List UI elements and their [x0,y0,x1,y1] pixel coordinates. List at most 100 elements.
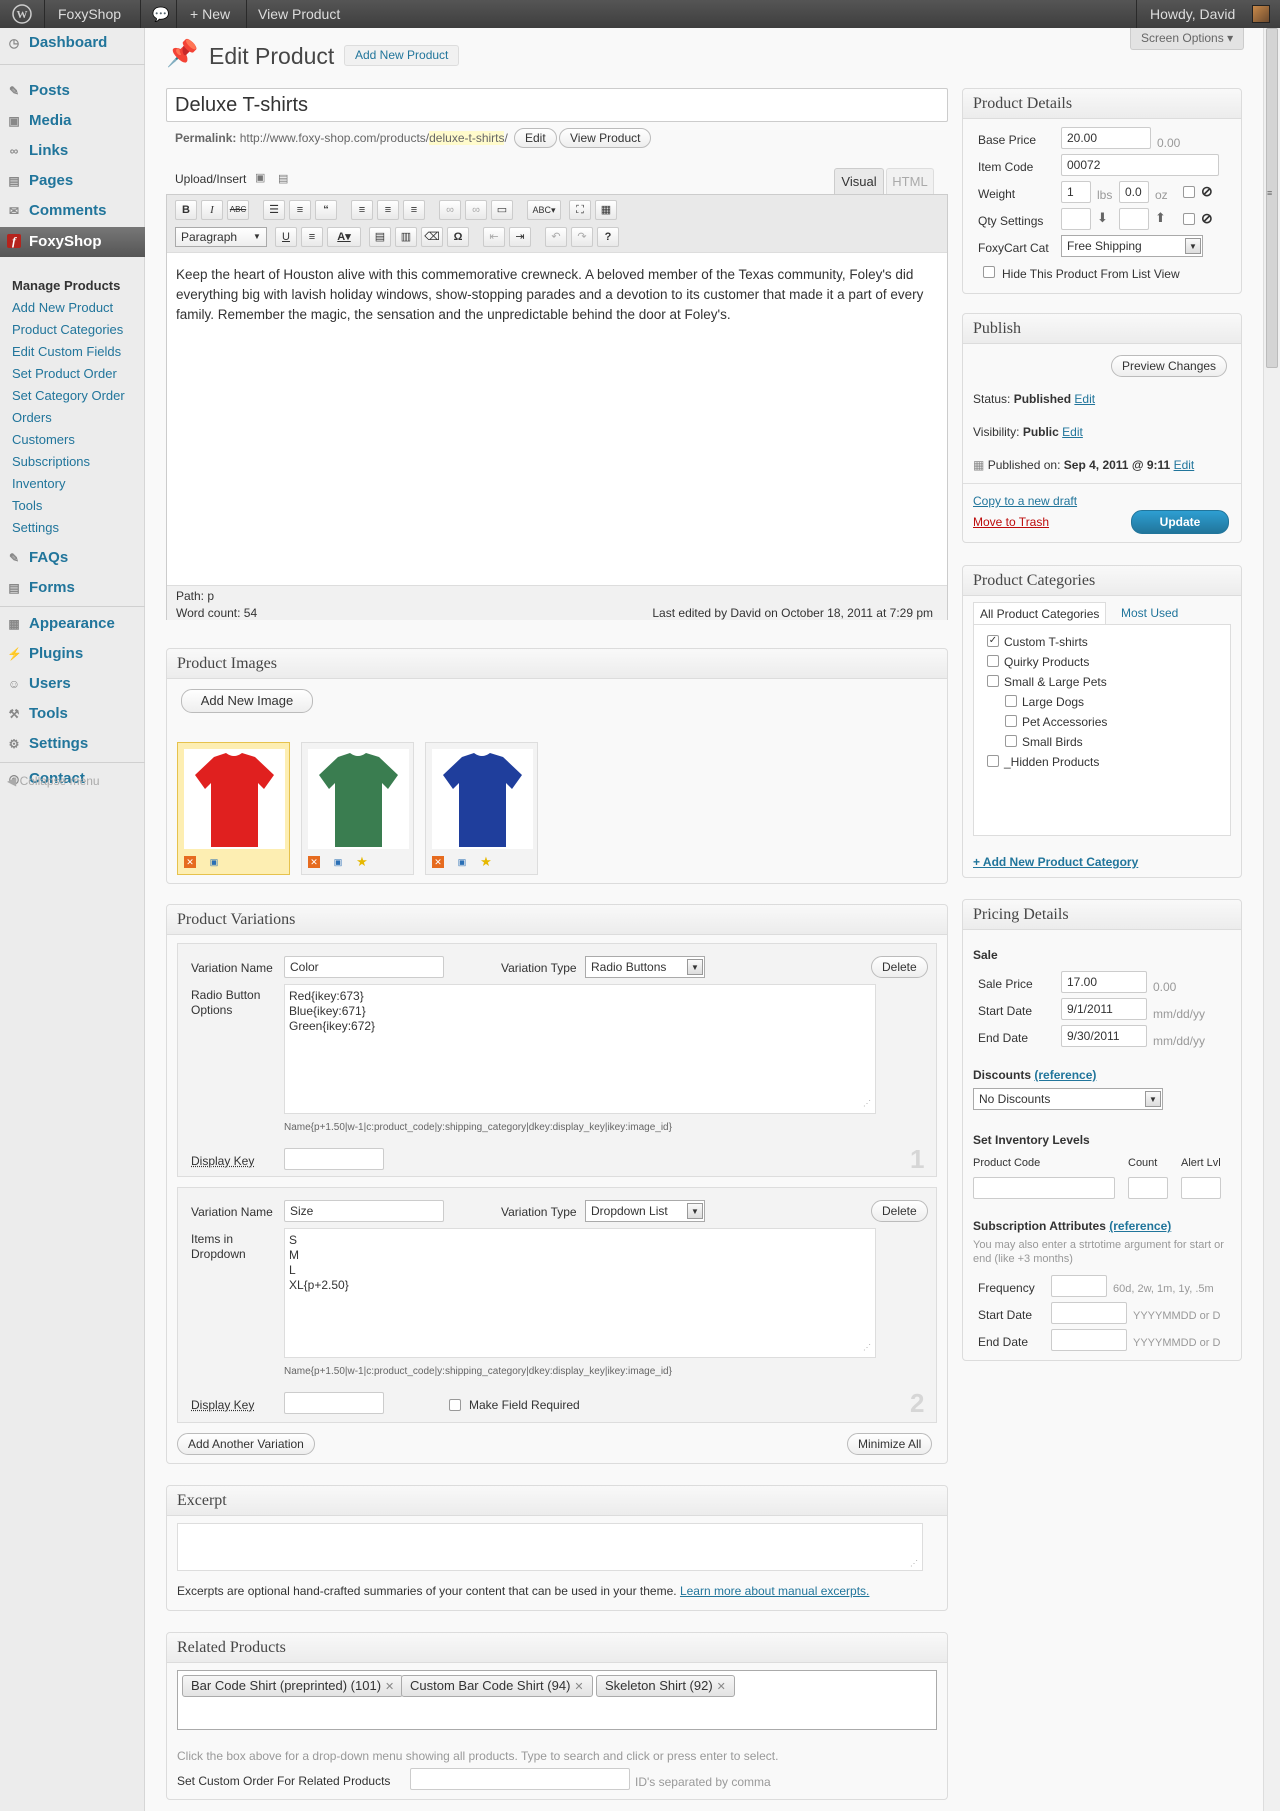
item-code-input[interactable]: 00072 [1061,154,1219,176]
submenu-edit-custom-fields[interactable]: Edit Custom Fields [12,344,121,359]
add-new-product-button[interactable]: Add New Product [344,45,460,66]
submenu-manage-products[interactable]: Manage Products [12,278,120,293]
category-checkbox[interactable]: ✓ [987,635,999,647]
excerpt-learn-more-link[interactable]: Learn more about manual excerpts. [680,1584,869,1598]
menu-appearance[interactable]: ▦ Appearance [0,610,145,638]
product-image-thumb[interactable]: ✕ ▣ ★ [425,742,538,875]
spellcheck-icon[interactable]: ABC▾ [527,200,561,220]
star-icon[interactable]: ★ [356,855,368,868]
sale-start-input[interactable]: 9/1/2011 [1061,998,1147,1020]
resize-handle-icon[interactable]: ⋰ [863,1096,871,1111]
kitchen-sink-icon[interactable]: ▦ [595,200,617,220]
menu-tools[interactable]: ⚒ Tools [0,700,145,728]
menu-comments[interactable]: ✉ Comments [0,197,145,225]
hide-product-checkbox[interactable] [983,266,995,278]
wordpress-logo-icon[interactable]: W [6,0,38,28]
sub-start-input[interactable] [1051,1302,1127,1324]
strikethrough-icon[interactable]: ABC [227,200,249,220]
indent-icon[interactable]: ⇥ [509,227,531,247]
sale-price-input[interactable]: 17.00 [1061,971,1147,993]
submenu-settings[interactable]: Settings [12,520,59,535]
screen-options-toggle[interactable]: Screen Options ▾ [1130,28,1245,50]
add-form-icon[interactable]: ▤ [278,172,288,185]
italic-icon[interactable]: I [201,200,223,220]
edit-image-icon[interactable]: ▣ [456,856,468,868]
submenu-set-product-order[interactable]: Set Product Order [12,366,117,381]
align-left-icon[interactable]: ≡ [351,200,373,220]
qty-min-input[interactable] [1061,208,1091,230]
submenu-orders[interactable]: Orders [12,410,52,425]
custom-order-input[interactable] [410,1768,630,1790]
add-another-variation-button[interactable]: Add Another Variation [177,1433,315,1455]
category-checkbox[interactable] [1005,715,1017,727]
delete-variation-button[interactable]: Delete [871,956,928,978]
variation-name-input[interactable]: Size [284,1200,444,1222]
submenu-product-categories[interactable]: Product Categories [12,322,123,337]
insert-more-icon[interactable]: ▭ [491,200,513,220]
product-details-title[interactable]: Product Details [963,89,1241,119]
delete-variation-button[interactable]: Delete [871,1200,928,1222]
menu-faqs[interactable]: ✎ FAQs [0,544,145,572]
bullet-list-icon[interactable]: ☰ [263,200,285,220]
menu-media[interactable]: ▣ Media [0,107,145,135]
star-icon[interactable]: ★ [480,855,492,868]
submenu-tools[interactable]: Tools [12,498,42,513]
comments-icon[interactable]: 💬 [142,0,179,28]
permalink-edit-button[interactable]: Edit [514,128,557,148]
menu-plugins[interactable]: ⚡ Plugins [0,640,145,668]
discounts-select[interactable]: No Discounts ▼ [973,1088,1163,1110]
fullscreen-icon[interactable]: ⛶ [569,200,591,220]
sub-end-input[interactable] [1051,1329,1127,1351]
format-select[interactable]: Paragraph ▼ [175,227,267,247]
category-checkbox[interactable] [1005,695,1017,707]
blockquote-icon[interactable]: “ [315,200,337,220]
menu-links[interactable]: ∞ Links [0,137,145,165]
edit-status-link[interactable]: Edit [1074,392,1095,406]
base-price-input[interactable]: 20.00 [1061,127,1151,149]
resize-handle-icon[interactable]: ⋰ [910,1559,918,1568]
justify-icon[interactable]: ≡ [301,227,323,247]
qty-max-input[interactable] [1119,208,1149,230]
align-right-icon[interactable]: ≡ [403,200,425,220]
submenu-inventory[interactable]: Inventory [12,476,65,491]
add-new-image-button[interactable]: Add New Image [181,689,313,713]
title-input[interactable]: Deluxe T-shirts [166,88,948,122]
outdent-icon[interactable]: ⇤ [483,227,505,247]
delete-image-icon[interactable]: ✕ [432,856,444,868]
paste-text-icon[interactable]: ▤ [369,227,391,247]
pricing-details-title[interactable]: Pricing Details [963,900,1241,930]
product-variations-title[interactable]: Product Variations [167,905,947,935]
preview-changes-button[interactable]: Preview Changes [1111,355,1228,377]
remove-tag-icon[interactable]: ✕ [385,1681,394,1693]
qty-checkbox[interactable] [1183,213,1195,225]
remove-tag-icon[interactable]: ✕ [717,1681,726,1693]
frequency-input[interactable] [1051,1275,1107,1297]
add-category-link[interactable]: + Add New Product Category [973,855,1138,869]
bold-icon[interactable]: B [175,200,197,220]
category-checkbox[interactable] [987,755,999,767]
remove-tag-icon[interactable]: ✕ [574,1681,583,1693]
weight-lbs-input[interactable]: 1 [1061,181,1091,203]
menu-settings[interactable]: ⚙ Settings [0,730,145,758]
menu-users[interactable]: ☺ Users [0,670,145,698]
category-checkbox[interactable] [987,655,999,667]
undo-icon[interactable]: ↶ [545,227,567,247]
scrollbar[interactable]: ≡ [1263,28,1280,1811]
tab-visual[interactable]: Visual [834,168,884,194]
delete-image-icon[interactable]: ✕ [184,856,196,868]
display-key-input[interactable] [284,1392,384,1414]
product-categories-title[interactable]: Product Categories [963,566,1241,596]
submenu-add-new-product[interactable]: Add New Product [12,300,113,315]
tab-all-categories[interactable]: All Product Categories [973,602,1107,624]
move-to-trash-link[interactable]: Move to Trash [973,515,1049,529]
excerpt-title[interactable]: Excerpt [167,1486,947,1516]
options-textarea[interactable]: Red{ikey:673} Blue{ikey:671} Green{ikey:… [284,984,876,1114]
copy-to-draft-link[interactable]: Copy to a new draft [973,494,1077,508]
subscription-reference-link[interactable]: (reference) [1109,1219,1171,1233]
insert-link-icon[interactable]: ∞ [439,200,461,220]
underline-icon[interactable]: U [275,227,297,247]
help-icon[interactable]: ? [597,227,619,247]
view-product-button[interactable]: View Product [559,128,652,148]
update-button[interactable]: Update [1131,510,1229,534]
required-checkbox[interactable] [449,1399,461,1411]
